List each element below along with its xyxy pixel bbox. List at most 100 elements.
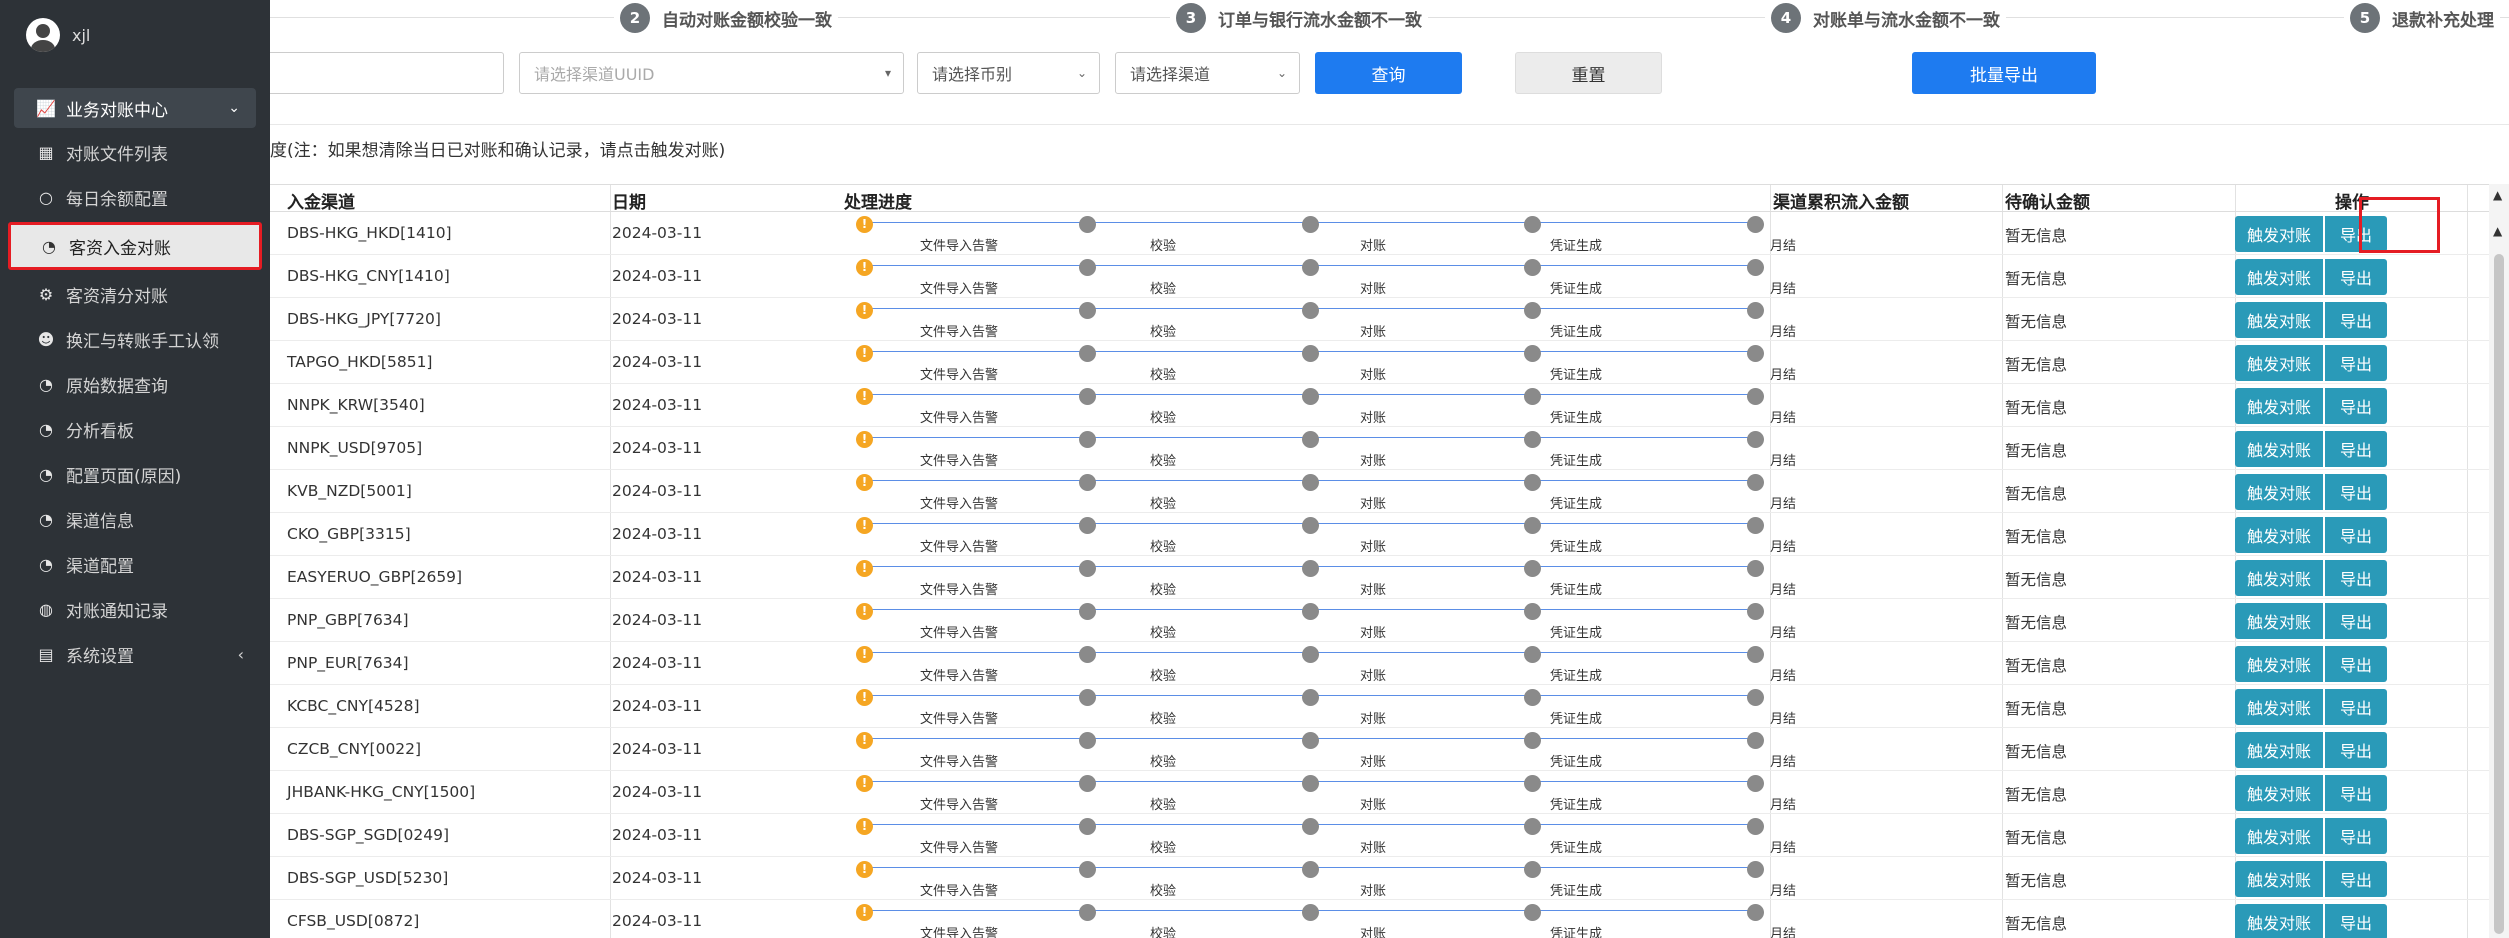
- trigger-reconciliation-button[interactable]: 触发对账: [2235, 646, 2323, 682]
- scrollbar-thumb[interactable]: [2494, 254, 2504, 934]
- user-profile[interactable]: xjl: [26, 18, 90, 52]
- export-button[interactable]: 导出: [2325, 775, 2387, 811]
- progress-step-dot[interactable]: [1302, 388, 1319, 405]
- trigger-reconciliation-button[interactable]: 触发对账: [2235, 474, 2323, 510]
- progress-step-dot[interactable]: [1747, 517, 1764, 534]
- progress-step-dot[interactable]: [1079, 345, 1096, 362]
- export-button[interactable]: 导出: [2325, 517, 2387, 553]
- progress-step-dot[interactable]: [1079, 603, 1096, 620]
- progress-step-dot[interactable]: [1079, 775, 1096, 792]
- sidebar-item-clearing-reconciliation[interactable]: ⚙ 客资清分对账: [0, 272, 270, 317]
- progress-step-dot[interactable]: [1747, 775, 1764, 792]
- progress-step-dot[interactable]: [1747, 732, 1764, 749]
- sidebar-item-deposit-reconciliation[interactable]: ◔ 客资入金对账: [8, 222, 262, 270]
- progress-step-dot[interactable]: [1302, 560, 1319, 577]
- progress-step-dot[interactable]: [1524, 732, 1541, 749]
- sidebar-item-reconciliation-files[interactable]: ▦ 对账文件列表: [0, 130, 270, 175]
- progress-step-dot[interactable]: [1747, 689, 1764, 706]
- progress-step-dot[interactable]: [1079, 388, 1096, 405]
- step-4[interactable]: 4 对账单与流水金额不一致: [1765, 3, 2006, 33]
- progress-step-dot[interactable]: [1747, 302, 1764, 319]
- progress-step-dot[interactable]: [1302, 474, 1319, 491]
- sidebar-group-business-reconciliation[interactable]: 📈 业务对账中心 ⌄: [14, 88, 256, 128]
- progress-step-dot[interactable]: [1079, 474, 1096, 491]
- progress-step-dot[interactable]: [1079, 818, 1096, 835]
- trigger-reconciliation-button[interactable]: 触发对账: [2235, 818, 2323, 854]
- export-button[interactable]: 导出: [2325, 259, 2387, 295]
- progress-step-dot[interactable]: [1747, 216, 1764, 233]
- export-button[interactable]: 导出: [2325, 474, 2387, 510]
- trigger-reconciliation-button[interactable]: 触发对账: [2235, 302, 2323, 338]
- export-button[interactable]: 导出: [2325, 732, 2387, 768]
- progress-step-dot[interactable]: [1302, 861, 1319, 878]
- export-button[interactable]: 导出: [2325, 388, 2387, 424]
- trigger-reconciliation-button[interactable]: 触发对账: [2235, 388, 2323, 424]
- progress-step-dot[interactable]: [1524, 861, 1541, 878]
- step-2[interactable]: 2 自动对账金额校验一致: [614, 3, 838, 33]
- trigger-reconciliation-button[interactable]: 触发对账: [2235, 732, 2323, 768]
- progress-step-dot[interactable]: [1524, 388, 1541, 405]
- progress-step-dot[interactable]: [1524, 603, 1541, 620]
- progress-step-dot[interactable]: [1524, 302, 1541, 319]
- progress-step-dot[interactable]: [1747, 560, 1764, 577]
- export-button[interactable]: 导出: [2325, 904, 2387, 938]
- progress-step-dot[interactable]: [1302, 689, 1319, 706]
- progress-step-dot[interactable]: [1302, 646, 1319, 663]
- progress-step-dot[interactable]: [1079, 689, 1096, 706]
- progress-step-dot[interactable]: [1747, 904, 1764, 921]
- step-3[interactable]: 3 订单与银行流水金额不一致: [1170, 3, 1428, 33]
- sidebar-item-system-settings[interactable]: ▤ 系统设置 ‹: [0, 632, 270, 677]
- progress-step-dot[interactable]: [1079, 517, 1096, 534]
- progress-step-dot[interactable]: [1079, 904, 1096, 921]
- export-button[interactable]: 导出: [2325, 646, 2387, 682]
- sidebar-item-analytics[interactable]: ◔ 分析看板: [0, 407, 270, 452]
- progress-step-dot[interactable]: [1079, 861, 1096, 878]
- trigger-reconciliation-button[interactable]: 触发对账: [2235, 431, 2323, 467]
- progress-step-dot[interactable]: [1747, 431, 1764, 448]
- progress-step-dot[interactable]: [1524, 345, 1541, 362]
- trigger-reconciliation-button[interactable]: 触发对账: [2235, 775, 2323, 811]
- sidebar-item-daily-balance[interactable]: ○ 每日余额配置: [0, 175, 270, 220]
- progress-step-dot[interactable]: [1747, 474, 1764, 491]
- step-5[interactable]: 5 退款补充处理: [2344, 3, 2500, 33]
- progress-step-dot[interactable]: [1524, 775, 1541, 792]
- progress-step-dot[interactable]: [1524, 646, 1541, 663]
- progress-step-dot[interactable]: [1302, 904, 1319, 921]
- trigger-reconciliation-button[interactable]: 触发对账: [2235, 517, 2323, 553]
- sidebar-item-manual-claim[interactable]: ☻ 换汇与转账手工认领: [0, 317, 270, 362]
- progress-step-dot[interactable]: [1079, 732, 1096, 749]
- trigger-reconciliation-button[interactable]: 触发对账: [2235, 689, 2323, 725]
- progress-step-dot[interactable]: [1302, 775, 1319, 792]
- vertical-scrollbar[interactable]: ▲ ▲: [2489, 184, 2509, 938]
- progress-step-dot[interactable]: [1524, 904, 1541, 921]
- export-button[interactable]: 导出: [2325, 302, 2387, 338]
- channel-select[interactable]: 请选择渠道 ⌄: [1115, 52, 1300, 94]
- progress-step-dot[interactable]: [1524, 818, 1541, 835]
- progress-step-dot[interactable]: [1524, 517, 1541, 534]
- export-button[interactable]: 导出: [2325, 818, 2387, 854]
- progress-step-dot[interactable]: [1747, 388, 1764, 405]
- progress-step-dot[interactable]: [1302, 603, 1319, 620]
- export-button[interactable]: 导出: [2325, 689, 2387, 725]
- progress-step-dot[interactable]: [1079, 259, 1096, 276]
- batch-export-button[interactable]: 批量导出: [1912, 52, 2096, 94]
- trigger-reconciliation-button[interactable]: 触发对账: [2235, 861, 2323, 897]
- progress-step-dot[interactable]: [1524, 474, 1541, 491]
- trigger-reconciliation-button[interactable]: 触发对账: [2235, 259, 2323, 295]
- sidebar-item-config-reason[interactable]: ◔ 配置页面(原因): [0, 452, 270, 497]
- progress-step-dot[interactable]: [1747, 818, 1764, 835]
- progress-step-dot[interactable]: [1302, 259, 1319, 276]
- progress-step-dot[interactable]: [1079, 560, 1096, 577]
- export-button[interactable]: 导出: [2325, 216, 2387, 252]
- trigger-reconciliation-button[interactable]: 触发对账: [2235, 216, 2323, 252]
- progress-step-dot[interactable]: [1747, 259, 1764, 276]
- sidebar-item-channel-config[interactable]: ◔ 渠道配置: [0, 542, 270, 587]
- progress-step-dot[interactable]: [1524, 689, 1541, 706]
- export-button[interactable]: 导出: [2325, 431, 2387, 467]
- query-button[interactable]: 查询: [1315, 52, 1462, 94]
- progress-step-dot[interactable]: [1302, 216, 1319, 233]
- progress-step-dot[interactable]: [1302, 517, 1319, 534]
- progress-step-dot[interactable]: [1524, 560, 1541, 577]
- export-button[interactable]: 导出: [2325, 560, 2387, 596]
- progress-step-dot[interactable]: [1079, 302, 1096, 319]
